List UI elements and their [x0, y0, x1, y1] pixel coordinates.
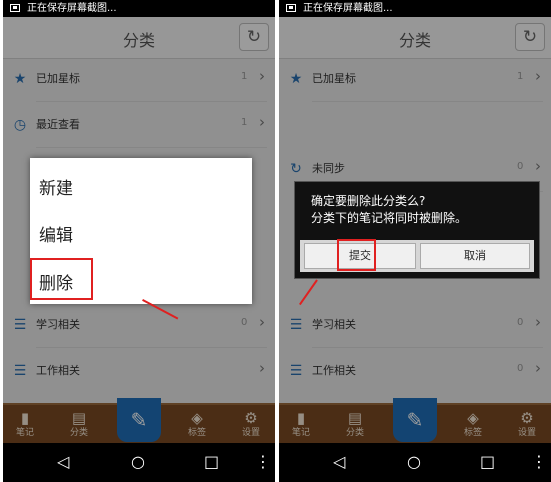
menu-icon[interactable]: ⋮ — [531, 452, 547, 472]
status-bar: 正在保存屏幕截图... — [279, 0, 551, 17]
right-phone-screen: 正在保存屏幕截图... 分类 ↻ ★ 已加星标 1 › ↻ 未同步 0 › ☰ … — [279, 0, 551, 482]
back-icon[interactable]: ◁ — [57, 452, 69, 472]
menu-item-edit[interactable]: 编辑 — [39, 221, 73, 246]
screenshot-icon — [10, 4, 20, 12]
status-text: 正在保存屏幕截图... — [303, 3, 393, 14]
dialog-button-bar: 提交 取消 — [300, 240, 534, 272]
highlight-box — [30, 258, 93, 300]
cancel-button[interactable]: 取消 — [420, 243, 530, 269]
confirm-delete-dialog: 确定要删除此分类么? 分类下的笔记将同时被删除。 提交 取消 — [294, 181, 540, 279]
menu-item-new[interactable]: 新建 — [39, 174, 73, 199]
system-nav-bar: ◁ ○ □ ⋮ — [3, 443, 275, 482]
status-bar: 正在保存屏幕截图... — [3, 0, 275, 17]
screenshot-icon — [286, 4, 296, 12]
dialog-message-line1: 确定要删除此分类么? — [311, 194, 426, 208]
dialog-message-line2: 分类下的笔记将同时被删除。 — [311, 211, 468, 225]
menu-icon[interactable]: ⋮ — [255, 452, 271, 472]
back-icon[interactable]: ◁ — [333, 452, 345, 472]
recents-icon[interactable]: □ — [480, 452, 495, 472]
home-icon[interactable]: ○ — [407, 452, 421, 472]
recents-icon[interactable]: □ — [204, 452, 219, 472]
highlight-box — [337, 239, 376, 271]
home-icon[interactable]: ○ — [131, 452, 145, 472]
status-text: 正在保存屏幕截图... — [27, 3, 117, 14]
left-phone-screen: 正在保存屏幕截图... 分类 ↻ ★ 已加星标 1 › ◷ 最近查看 1 › ☰… — [3, 0, 275, 482]
system-nav-bar: ◁ ○ □ ⋮ — [279, 443, 551, 482]
